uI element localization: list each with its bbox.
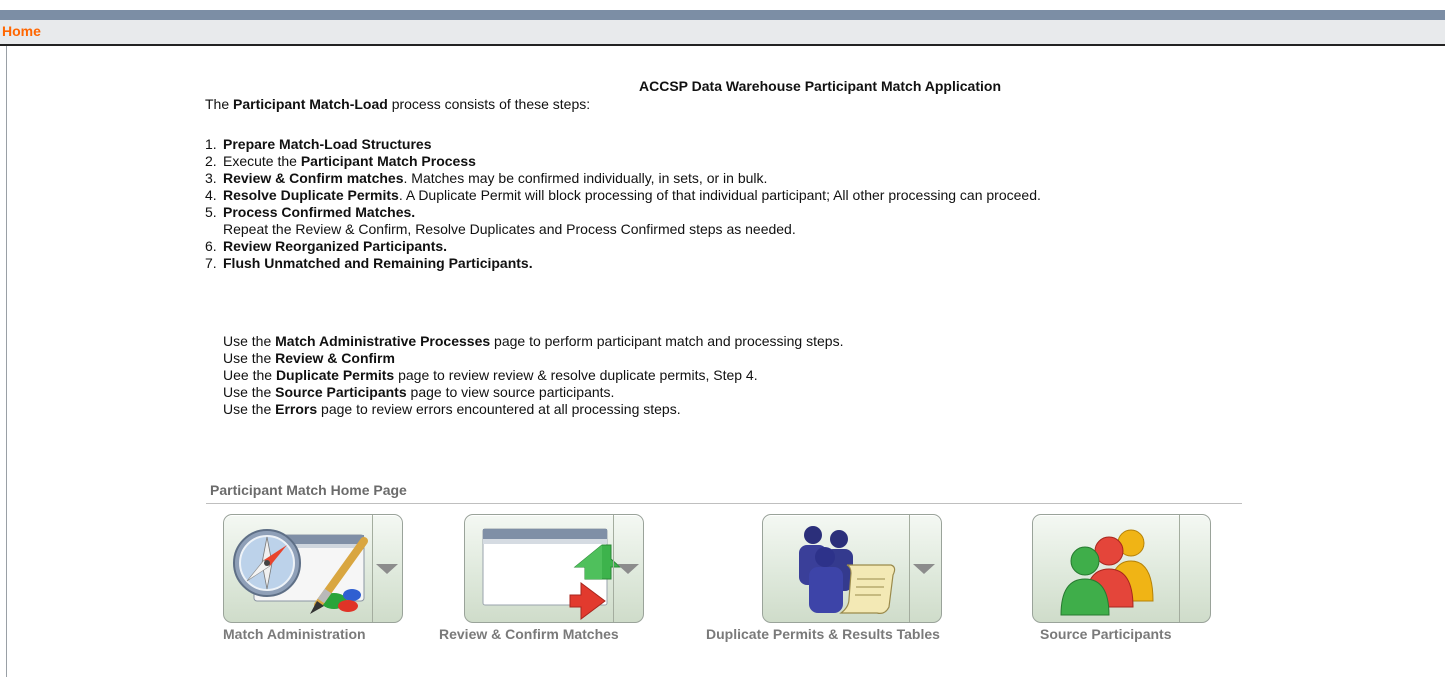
usage-line: Use the Review & Confirm <box>223 350 843 367</box>
usage-page-name: Match Administrative Processes <box>275 333 491 349</box>
region-divider <box>206 503 1242 504</box>
match-administration-tile[interactable] <box>223 514 403 623</box>
step-text: . A Duplicate Permit will block processi… <box>398 187 1041 203</box>
list-item: 1. Prepare Match-Load Structures <box>205 136 1041 153</box>
intro-prefix: The <box>205 96 234 112</box>
usage-page-name: Duplicate Permits <box>275 367 395 383</box>
source-participants-tile[interactable] <box>1032 514 1211 623</box>
usage-page-name: Review & Confirm <box>275 350 395 366</box>
tile-divider <box>909 515 910 622</box>
usage-text: Use the <box>223 384 276 400</box>
usage-notes: Use the Match Administrative Processes p… <box>223 333 843 418</box>
usage-line: Use the Errors page to review errors enc… <box>223 401 843 418</box>
usage-page-name: Errors <box>275 401 318 417</box>
intro-process-name: Participant Match-Load <box>233 96 388 112</box>
step-number: 5. <box>205 204 217 220</box>
usage-text: Use the <box>223 401 276 417</box>
list-item: 7. Flush Unmatched and Remaining Particip… <box>205 255 1041 272</box>
step-number: 1. <box>205 136 217 152</box>
steps-list: 1. Prepare Match-Load Structures 2. Execut… <box>205 136 1041 272</box>
list-item: 3. Review & Confirm matches. Matches may … <box>205 170 1041 187</box>
main-content: ACCSP Data Warehouse Participant Match A… <box>0 0 1445 677</box>
region-title: Participant Match Home Page <box>210 482 407 498</box>
step-text: . Matches may be confirmed individually,… <box>403 170 768 186</box>
list-item: 5. Process Confirmed Matches. Repeat the R… <box>205 204 1041 238</box>
list-item: 2. Execute the Participant Match Process <box>205 153 1041 170</box>
step-number: 4. <box>205 187 217 203</box>
match-administration-link[interactable]: Match Administration <box>223 626 366 643</box>
intro-text: The Participant Match-Load process consi… <box>205 96 590 113</box>
chevron-down-icon[interactable] <box>913 564 935 574</box>
list-item: 6. Review Reorganized Participants. <box>205 238 1041 255</box>
usage-page-name: Source Participants <box>275 384 407 400</box>
review-confirm-matches-tile[interactable] <box>464 514 644 623</box>
step-number: 2. <box>205 153 217 169</box>
step-title: Prepare Match-Load Structures <box>223 136 432 152</box>
step-title: Process Confirmed Matches. <box>223 204 416 220</box>
usage-text: page to review errors encountered at all… <box>317 401 681 417</box>
tile-divider <box>613 515 614 622</box>
step-title: Review Reorganized Participants. <box>223 238 448 254</box>
step-title: Resolve Duplicate Permits <box>223 187 399 203</box>
usage-text: page to perform participant match and pr… <box>490 333 844 349</box>
usage-line: Use the Source Participants page to view… <box>223 384 843 401</box>
duplicate-permits-tile[interactable] <box>762 514 942 623</box>
tile-divider <box>372 515 373 622</box>
step-title: Participant Match Process <box>300 153 476 169</box>
usage-text: Uee the <box>223 367 276 383</box>
step-note: Repeat the Review & Confirm, Resolve Dup… <box>223 221 796 237</box>
people-group-icon <box>1060 529 1154 616</box>
usage-text: Use the <box>223 333 276 349</box>
usage-text: page to view source participants. <box>406 384 615 400</box>
step-text: Execute the <box>223 153 301 169</box>
intro-suffix: process consists of these steps: <box>387 96 591 112</box>
usage-line: Use the Match Administrative Processes p… <box>223 333 843 350</box>
review-confirm-matches-link[interactable]: Review & Confirm Matches <box>439 626 619 643</box>
chevron-down-icon[interactable] <box>376 564 398 574</box>
step-number: 3. <box>205 170 217 186</box>
usage-text: page to review review & resolve duplicat… <box>394 367 758 383</box>
usage-line: Uee the Duplicate Permits page to review… <box>223 367 843 384</box>
step-number: 7. <box>205 255 217 271</box>
duplicate-permits-link[interactable]: Duplicate Permits & Results Tables <box>706 626 940 643</box>
step-title: Review & Confirm matches <box>223 170 404 186</box>
source-participants-link[interactable]: Source Participants <box>1040 626 1172 643</box>
chevron-down-icon[interactable] <box>617 564 639 574</box>
usage-text: Use the <box>223 350 276 366</box>
page-title: ACCSP Data Warehouse Participant Match A… <box>639 78 1001 94</box>
list-item: 4. Resolve Duplicate Permits. A Duplicate… <box>205 187 1041 204</box>
tile-divider <box>1179 515 1180 622</box>
step-number: 6. <box>205 238 217 254</box>
step-title: Flush Unmatched and Remaining Participan… <box>223 255 533 271</box>
